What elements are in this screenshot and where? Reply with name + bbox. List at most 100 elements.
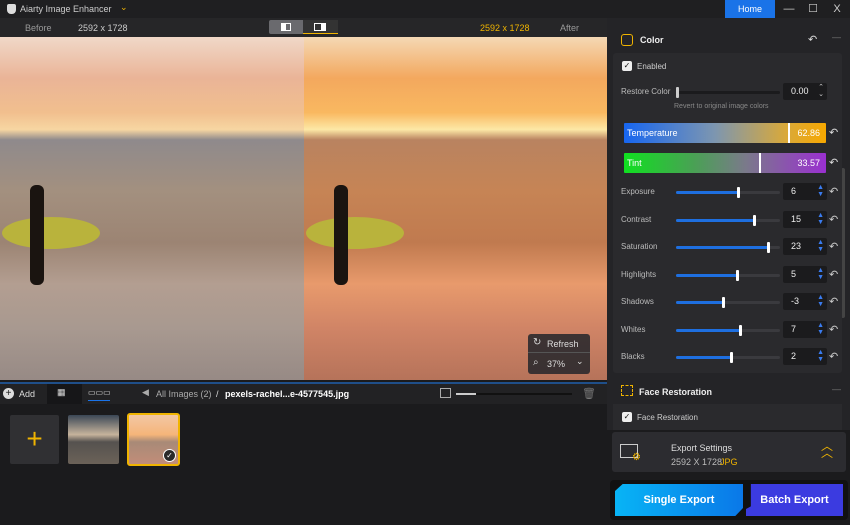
slider-label: Highlights — [621, 269, 657, 279]
slider-thumb[interactable] — [739, 324, 743, 336]
batch-export-button[interactable]: Batch Export — [746, 484, 843, 516]
saturation-slider[interactable] — [676, 242, 780, 253]
slider-row-shadows: Shadows -3 ▲ ▼ ↶ — [621, 293, 846, 311]
delete-icon[interactable]: 🗑 — [582, 387, 596, 400]
restore-color-input[interactable]: 0.00 ⌃ ⌄ — [783, 83, 827, 100]
shadows-input[interactable]: -3 ▲ ▼ — [783, 293, 827, 310]
reset-icon[interactable]: ↶ — [829, 323, 838, 336]
back-arrow-icon[interactable]: ◀ — [142, 387, 149, 398]
tint-thumb[interactable] — [758, 153, 761, 173]
color-collapse-icon[interactable]: — — [832, 32, 841, 42]
refresh-label: Refresh — [547, 339, 579, 349]
title-bar: Aiarty Image Enhancer ⌄ Home — ☐ X — [0, 0, 850, 18]
slider-thumb[interactable] — [753, 214, 756, 226]
export-settings[interactable]: ⚙ Export Settings 2592 X 1728 JPG ︿ ︿ — [612, 432, 846, 472]
tint-value: 33.57 — [797, 158, 820, 168]
slider-thumb[interactable] — [721, 297, 725, 308]
color-palette-icon — [621, 34, 633, 46]
add-icon: + — [3, 388, 14, 399]
reset-icon[interactable]: ↶ — [829, 213, 838, 226]
blacks-slider[interactable] — [676, 352, 780, 363]
shadows-slider[interactable] — [676, 297, 780, 308]
tint-slider[interactable]: Tint 33.57 — [624, 153, 826, 173]
reset-icon[interactable]: ↶ — [829, 268, 838, 281]
side-by-side-button[interactable] — [303, 20, 338, 34]
exposure-slider[interactable] — [676, 187, 780, 198]
breadcrumb-all-images[interactable]: All Images (2) — [156, 389, 212, 399]
slider-thumb[interactable] — [737, 187, 741, 198]
slider-label: Blacks — [621, 352, 645, 361]
tint-reset-icon[interactable]: ↶ — [829, 156, 838, 169]
reset-icon[interactable]: ↶ — [829, 350, 838, 363]
chevron-down-icon: ⌄ — [576, 356, 584, 366]
color-section-title: Color — [640, 35, 664, 45]
thumbnail-2[interactable]: ✓ — [127, 413, 180, 466]
slider-value: 15 — [791, 213, 802, 224]
reset-icon[interactable]: ↶ — [829, 295, 838, 308]
app-menu-chevron-icon[interactable]: ⌄ — [120, 2, 128, 13]
blacks-input[interactable]: 2 ▲ ▼ — [783, 348, 827, 365]
thumbnail-strip: + ✓ — [0, 404, 607, 525]
whites-input[interactable]: 7 ▲ ▼ — [783, 320, 827, 338]
export-gear-icon: ⚙ — [632, 452, 641, 463]
zoom-dropdown[interactable]: ⌕ 37% ⌄ — [528, 354, 590, 374]
contrast-slider[interactable] — [676, 214, 780, 226]
highlights-slider[interactable] — [676, 269, 780, 281]
thumbnail-size-slider[interactable] — [456, 393, 572, 395]
highlights-input[interactable]: 5 ▲ ▼ — [783, 265, 827, 283]
maximize-button[interactable]: ☐ — [801, 0, 825, 18]
thumbnail-1[interactable] — [68, 415, 119, 464]
split-view-button[interactable] — [269, 20, 303, 34]
side-by-side-icon — [314, 23, 326, 31]
reset-icon[interactable]: ↶ — [829, 240, 838, 253]
slider-thumb[interactable] — [766, 242, 770, 253]
grid-view-button[interactable]: ▦ — [47, 384, 82, 404]
whites-slider[interactable] — [676, 324, 780, 336]
saturation-input[interactable]: 23 ▲ ▼ — [783, 238, 827, 255]
slider-label: Saturation — [621, 242, 658, 251]
filmstrip-view-button[interactable]: ▭▭▭ — [88, 387, 111, 401]
color-reset-icon[interactable]: ↶ — [808, 33, 817, 46]
export-size: 2592 X 1728 — [671, 457, 723, 467]
expand-chevron-icon[interactable]: ︿ ︿ — [821, 440, 833, 459]
close-button[interactable]: X — [825, 0, 849, 18]
slider-label: Whites — [621, 324, 646, 334]
zoom-control: ↻ Refresh ⌕ 37% ⌄ — [528, 334, 590, 374]
breadcrumb-separator: / — [216, 389, 219, 399]
after-label: After — [560, 23, 580, 33]
face-restoration-label: Face Restoration — [637, 413, 698, 422]
face-restoration-checkbox[interactable]: ✓ — [622, 412, 632, 422]
contrast-input[interactable]: 15 ▲ ▼ — [783, 210, 827, 228]
add-label: Add — [19, 389, 36, 399]
minimize-button[interactable]: — — [777, 0, 801, 18]
enabled-checkbox[interactable]: ✓ — [622, 61, 632, 71]
slider-thumb[interactable] — [735, 269, 739, 281]
slider-label: Shadows — [621, 297, 654, 306]
restore-color-hint: Revert to original image colors — [674, 103, 769, 110]
restore-color-slider[interactable] — [676, 87, 780, 98]
image-viewer[interactable] — [0, 37, 607, 380]
temperature-reset-icon[interactable]: ↶ — [829, 126, 838, 139]
tint-label: Tint — [627, 158, 642, 168]
slider-row-saturation: Saturation 23 ▲ ▼ ↶ — [621, 238, 846, 256]
temperature-slider[interactable]: Temperature 62.86 — [624, 123, 826, 143]
home-button[interactable]: Home — [725, 0, 775, 18]
exposure-input[interactable]: 6 ▲ ▼ — [783, 183, 827, 200]
reset-icon[interactable]: ↶ — [829, 185, 838, 198]
temperature-value: 62.86 — [797, 128, 820, 138]
temperature-thumb[interactable] — [788, 123, 791, 143]
face-collapse-icon[interactable]: — — [832, 384, 841, 394]
restore-color-row: Restore Color 0.00 ⌃ ⌄ — [621, 83, 846, 101]
slider-thumb[interactable] — [730, 352, 734, 363]
export-buttons: Single Export Batch Export — [610, 480, 848, 520]
refresh-button[interactable]: ↻ Refresh — [528, 334, 590, 353]
slider-value: 5 — [791, 268, 797, 279]
add-button[interactable]: + Add — [3, 388, 43, 402]
after-image — [304, 37, 607, 380]
face-section-title: Face Restoration — [639, 387, 713, 397]
single-export-button[interactable]: Single Export — [615, 484, 743, 516]
zoom-icon: ⌕ — [533, 357, 539, 368]
grid-icon: ▦ — [57, 387, 66, 397]
slider-label: Exposure — [621, 187, 655, 196]
add-image-button[interactable]: + — [10, 415, 59, 464]
